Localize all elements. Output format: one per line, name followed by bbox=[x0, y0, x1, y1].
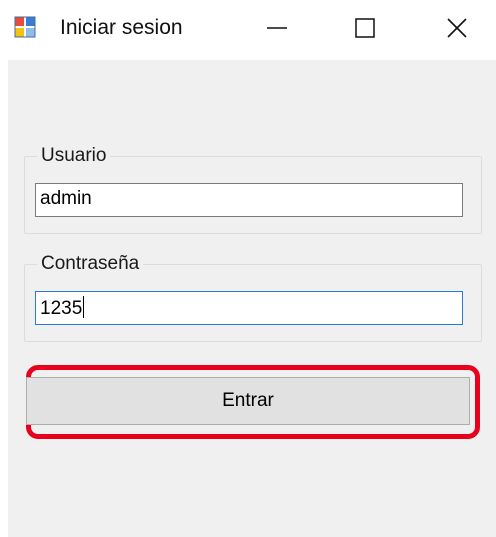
enter-button-label: Entrar bbox=[222, 390, 274, 411]
text-caret bbox=[83, 296, 85, 318]
window-title: Iniciar sesion bbox=[60, 16, 183, 39]
password-groupbox: Contraseña 1235 bbox=[24, 253, 482, 342]
form-client-area: Usuario admin Contraseña 1235 bbox=[8, 60, 496, 537]
title-bar[interactable]: Iniciar sesion bbox=[0, 0, 496, 60]
minimize-icon bbox=[267, 27, 287, 29]
windows-form-icon bbox=[14, 16, 36, 38]
close-button[interactable] bbox=[434, 8, 480, 48]
user-input-value: admin bbox=[40, 188, 92, 209]
password-input[interactable]: 1235 bbox=[35, 291, 463, 325]
user-group-label: Usuario bbox=[37, 145, 111, 167]
user-input[interactable]: admin bbox=[35, 183, 463, 217]
maximize-icon bbox=[355, 18, 375, 38]
close-icon bbox=[447, 18, 467, 38]
minimize-button[interactable] bbox=[254, 8, 300, 48]
password-group-label: Contraseña bbox=[37, 253, 144, 275]
enter-button[interactable]: Entrar bbox=[26, 377, 470, 425]
login-window: Iniciar sesion Usuario admin Contraseña … bbox=[0, 0, 496, 537]
user-groupbox: Usuario admin bbox=[24, 145, 482, 234]
password-input-value: 1235 bbox=[40, 298, 83, 319]
maximize-button[interactable] bbox=[342, 8, 388, 48]
